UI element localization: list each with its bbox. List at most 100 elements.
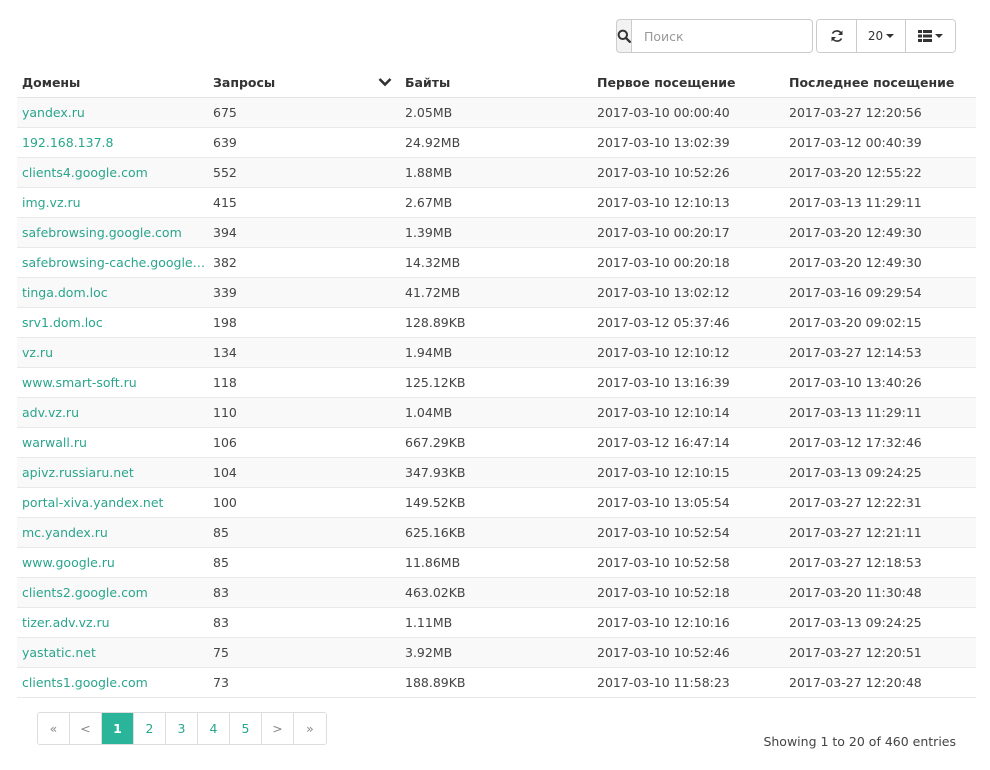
requests-cell: 675 — [213, 105, 237, 120]
page-prev-button[interactable]: < — [70, 713, 102, 744]
requests-cell: 134 — [213, 345, 237, 360]
page-button-4[interactable]: 4 — [198, 713, 230, 744]
table-row: adv.vz.ru 110 1.04MB 2017-03-10 12:10:14 201… — [17, 398, 976, 428]
first-visit-cell: 2017-03-10 13:02:39 — [597, 135, 730, 150]
requests-cell: 75 — [213, 645, 229, 660]
search-input[interactable] — [631, 19, 813, 53]
table-row: apivz.russiaru.net 104 347.93KB 2017-03-10 … — [17, 458, 976, 488]
last-visit-cell: 2017-03-27 12:22:31 — [789, 495, 922, 510]
columns-icon — [918, 30, 932, 42]
bytes-cell: 1.88MB — [405, 165, 453, 180]
first-visit-cell: 2017-03-10 00:00:40 — [597, 105, 730, 120]
bytes-cell: 3.92MB — [405, 645, 453, 660]
bytes-cell: 11.86MB — [405, 555, 461, 570]
table-row: 192.168.137.8 639 24.92MB 2017-03-10 13:02:… — [17, 128, 976, 158]
last-visit-cell: 2017-03-12 17:32:46 — [789, 435, 922, 450]
page-button-3[interactable]: 3 — [166, 713, 198, 744]
domain-link[interactable]: tizer.adv.vz.ru — [17, 615, 208, 630]
domain-link[interactable]: vz.ru — [17, 345, 208, 360]
column-header-label: Домены — [22, 74, 81, 90]
first-visit-cell: 2017-03-12 05:37:46 — [597, 315, 730, 330]
first-visit-cell: 2017-03-10 13:05:54 — [597, 495, 730, 510]
table-row: img.vz.ru 415 2.67MB 2017-03-10 12:10:13 201… — [17, 188, 976, 218]
domain-link[interactable]: yandex.ru — [17, 105, 208, 120]
requests-cell: 394 — [213, 225, 237, 240]
column-header-label: Байты — [405, 74, 451, 90]
table-row: yastatic.net 75 3.92MB 2017-03-10 10:52:46 2… — [17, 638, 976, 668]
column-header-requests[interactable]: Запросы — [208, 75, 400, 90]
bytes-cell: 125.12KB — [405, 375, 466, 390]
last-visit-cell: 2017-03-27 12:14:53 — [789, 345, 922, 360]
first-visit-cell: 2017-03-10 00:20:18 — [597, 255, 730, 270]
requests-cell: 382 — [213, 255, 237, 270]
domain-link[interactable]: safebrowsing-cache.google.com — [17, 255, 208, 270]
search-group — [616, 19, 813, 53]
bytes-cell: 667.29KB — [405, 435, 466, 450]
bytes-cell: 625.16KB — [405, 525, 466, 540]
table-row: portal-xiva.yandex.net 100 149.52KB 2017-03… — [17, 488, 976, 518]
domain-link[interactable]: www.smart-soft.ru — [17, 375, 208, 390]
page-last-button[interactable]: » — [294, 713, 326, 744]
column-header-bytes[interactable]: Байты — [400, 75, 592, 90]
domain-link[interactable]: mc.yandex.ru — [17, 525, 208, 540]
bytes-cell: 1.94MB — [405, 345, 453, 360]
page-button-2[interactable]: 2 — [134, 713, 166, 744]
bytes-cell: 2.05MB — [405, 105, 453, 120]
requests-cell: 552 — [213, 165, 237, 180]
domains-table: Домены Запросы Байты Первое посещение По… — [17, 67, 976, 698]
domain-link[interactable]: img.vz.ru — [17, 195, 208, 210]
domain-link[interactable]: yastatic.net — [17, 645, 208, 660]
column-header-first-visit[interactable]: Первое посещение — [592, 75, 784, 90]
first-visit-cell: 2017-03-10 10:52:26 — [597, 165, 730, 180]
first-visit-cell: 2017-03-10 12:10:13 — [597, 195, 730, 210]
last-visit-cell: 2017-03-13 09:24:25 — [789, 465, 922, 480]
domain-link[interactable]: apivz.russiaru.net — [17, 465, 208, 480]
table-row: clients1.google.com 73 188.89KB 2017-03-10 … — [17, 668, 976, 698]
page-first-button[interactable]: « — [38, 713, 70, 744]
table-row: clients2.google.com 83 463.02KB 2017-03-10 … — [17, 578, 976, 608]
pagination: « < 1 2 3 4 5 > » — [37, 712, 327, 745]
search-button[interactable] — [616, 19, 631, 53]
last-visit-cell: 2017-03-20 11:30:48 — [789, 585, 922, 600]
domain-link[interactable]: 192.168.137.8 — [17, 135, 208, 150]
bytes-cell: 1.39MB — [405, 225, 453, 240]
entries-info: Showing 1 to 20 of 460 entries — [763, 734, 956, 749]
column-header-domains[interactable]: Домены — [17, 75, 208, 90]
domain-link[interactable]: clients2.google.com — [17, 585, 208, 600]
table-row: mc.yandex.ru 85 625.16KB 2017-03-10 10:52:5… — [17, 518, 976, 548]
page-size-dropdown[interactable]: 20 — [857, 20, 906, 52]
requests-cell: 339 — [213, 285, 237, 300]
domain-link[interactable]: adv.vz.ru — [17, 405, 208, 420]
page-button-1[interactable]: 1 — [102, 713, 134, 744]
last-visit-cell: 2017-03-13 11:29:11 — [789, 405, 922, 420]
refresh-button[interactable] — [817, 20, 857, 52]
page-button-5[interactable]: 5 — [230, 713, 262, 744]
requests-cell: 110 — [213, 405, 237, 420]
domain-link[interactable]: tinga.dom.loc — [17, 285, 208, 300]
domain-link[interactable]: www.google.ru — [17, 555, 208, 570]
requests-cell: 73 — [213, 675, 229, 690]
last-visit-cell: 2017-03-27 12:20:51 — [789, 645, 922, 660]
last-visit-cell: 2017-03-27 12:18:53 — [789, 555, 922, 570]
domain-link[interactable]: clients4.google.com — [17, 165, 208, 180]
bytes-cell: 128.89KB — [405, 315, 466, 330]
requests-cell: 104 — [213, 465, 237, 480]
column-header-last-visit[interactable]: Последнее посещение — [784, 75, 976, 90]
last-visit-cell: 2017-03-27 12:21:11 — [789, 525, 922, 540]
table-row: tinga.dom.loc 339 41.72MB 2017-03-10 13:02:… — [17, 278, 976, 308]
domain-link[interactable]: clients1.google.com — [17, 675, 208, 690]
table-row: www.smart-soft.ru 118 125.12KB 2017-03-10 1… — [17, 368, 976, 398]
bytes-cell: 14.32MB — [405, 255, 461, 270]
domain-link[interactable]: srv1.dom.loc — [17, 315, 208, 330]
requests-cell: 83 — [213, 615, 229, 630]
table-row: clients4.google.com 552 1.88MB 2017-03-10 1… — [17, 158, 976, 188]
column-header-label: Последнее посещение — [789, 74, 955, 90]
columns-dropdown[interactable] — [906, 20, 955, 52]
page-next-button[interactable]: > — [262, 713, 294, 744]
domain-link[interactable]: warwall.ru — [17, 435, 208, 450]
domain-link[interactable]: portal-xiva.yandex.net — [17, 495, 208, 510]
domain-link[interactable]: safebrowsing.google.com — [17, 225, 208, 240]
requests-cell: 106 — [213, 435, 237, 450]
table-row: vz.ru 134 1.94MB 2017-03-10 12:10:12 2017-03… — [17, 338, 976, 368]
bytes-cell: 188.89KB — [405, 675, 466, 690]
